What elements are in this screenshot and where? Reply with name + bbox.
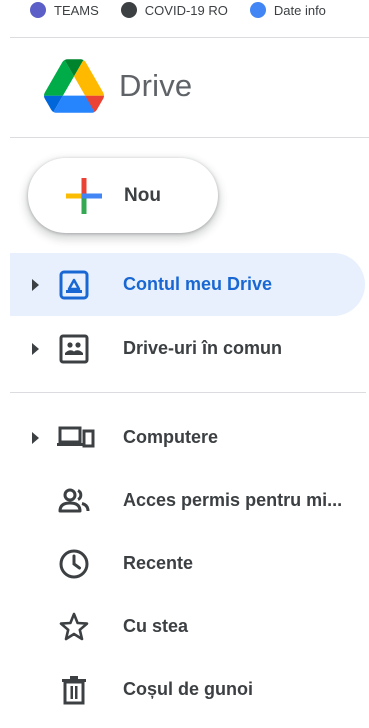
star-icon xyxy=(56,609,92,645)
new-button-label: Nou xyxy=(124,184,161,206)
expand-arrow-icon[interactable] xyxy=(32,431,39,444)
divider xyxy=(10,392,366,393)
drive-sidebar: TEAMS COVID-19 RO Date info Drive Nou Co… xyxy=(0,0,369,728)
bookmark-teams[interactable]: TEAMS xyxy=(30,2,99,18)
bookmark-label: TEAMS xyxy=(54,2,99,18)
nav-item-label: Coșul de gunoi xyxy=(123,679,253,699)
expand-arrow-icon[interactable] xyxy=(32,278,39,291)
clock-icon xyxy=(56,546,92,582)
site-icon xyxy=(249,2,266,18)
bookmark-label: COVID-19 RO xyxy=(144,2,228,18)
nav-item-label: Acces permis pentru mi... xyxy=(123,490,343,510)
trash-icon xyxy=(56,672,92,708)
bookmark-label: Date info xyxy=(273,2,326,18)
new-button[interactable]: Nou xyxy=(28,158,218,233)
bookmarks-bar: TEAMS COVID-19 RO Date info xyxy=(0,0,369,28)
my-drive-icon xyxy=(56,267,92,303)
nav-item-my-drive[interactable]: Contul meu Drive xyxy=(10,253,365,316)
shared-drives-icon xyxy=(56,331,92,367)
drive-header[interactable]: Drive xyxy=(44,58,192,114)
google-drive-logo-icon xyxy=(44,59,104,113)
nav-item-label: Computere xyxy=(123,427,219,447)
nav-item-shared-with-me[interactable]: Acces permis pentru mi... xyxy=(10,469,365,532)
expand-arrow-icon[interactable] xyxy=(32,342,39,355)
nav-item-trash[interactable]: Coșul de gunoi xyxy=(10,658,365,721)
divider xyxy=(10,37,369,38)
shared-with-me-icon xyxy=(56,483,92,519)
bookmark-date-info[interactable]: Date info xyxy=(249,2,326,18)
nav-item-recent[interactable]: Recente xyxy=(10,532,365,595)
bookmark-covid[interactable]: COVID-19 RO xyxy=(120,2,228,18)
nav-item-computers[interactable]: Computere xyxy=(10,406,365,469)
nav-item-label: Contul meu Drive xyxy=(123,274,273,294)
nav-item-label: Cu stea xyxy=(123,616,189,636)
nav-item-starred[interactable]: Cu stea xyxy=(10,595,365,658)
plus-icon xyxy=(66,177,102,214)
page-title: Drive xyxy=(119,68,193,103)
divider xyxy=(10,137,369,138)
globe-icon xyxy=(120,2,137,18)
nav-item-label: Drive-uri în comun xyxy=(123,338,283,358)
nav-item-shared-drives[interactable]: Drive-uri în comun xyxy=(10,317,365,380)
computers-icon xyxy=(56,420,96,456)
teams-icon xyxy=(30,2,46,18)
nav-item-label: Recente xyxy=(123,553,194,573)
